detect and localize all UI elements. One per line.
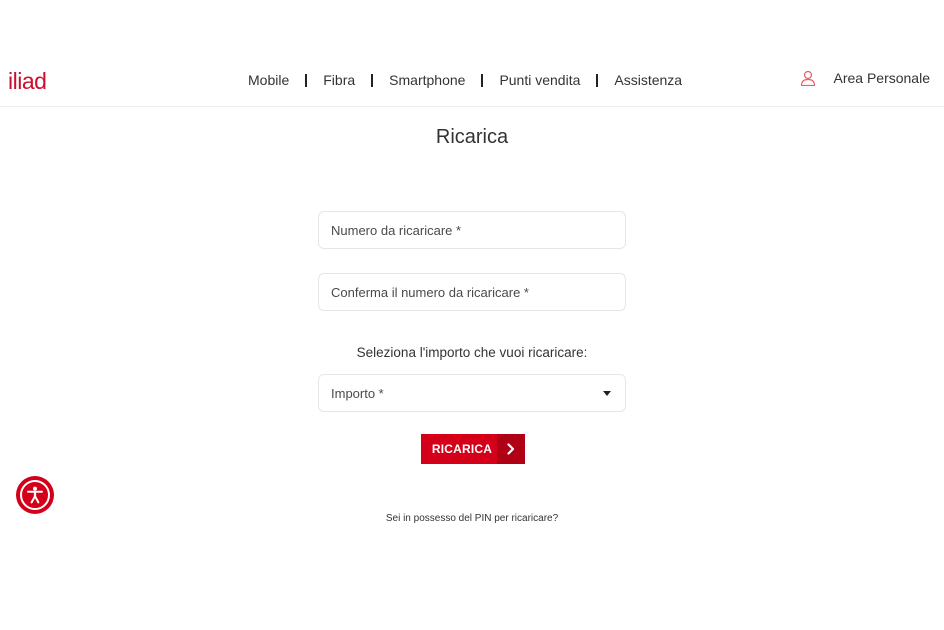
page: iliad Mobile Fibra Smartphone Punti vend… [0, 0, 944, 630]
nav-divider [371, 73, 374, 87]
page-title: Ricarica [435, 126, 509, 148]
nav-item-assistenza[interactable]: Assistenza [606, 72, 690, 88]
nav-divider [596, 73, 599, 87]
chevron-right-icon [497, 434, 525, 464]
confirm-field-wrapper [318, 273, 626, 311]
accessibility-button[interactable] [16, 476, 54, 514]
main-nav: Mobile Fibra Smartphone Punti vendita As… [240, 72, 690, 88]
pin-link[interactable]: Sei in possesso del PIN per ricaricare? [0, 513, 944, 524]
ricarica-button[interactable]: RICARICA [421, 434, 525, 464]
confirm-number-input[interactable] [319, 274, 625, 310]
nav-item-mobile[interactable]: Mobile [240, 72, 297, 88]
accessibility-icon [20, 480, 50, 510]
ricarica-button-label: RICARICA [431, 442, 493, 456]
amount-label: Seleziona l'importo che vuoi ricaricare: [356, 345, 588, 360]
user-icon [801, 70, 816, 86]
amount-select[interactable]: Importo * [318, 374, 626, 412]
number-field-wrapper [318, 211, 626, 249]
number-input[interactable] [319, 212, 625, 248]
iliad-logo[interactable]: iliad [8, 68, 47, 95]
nav-item-punti-vendita[interactable]: Punti vendita [491, 72, 588, 88]
area-personale-link[interactable]: Area Personale [800, 70, 930, 86]
nav-item-fibra[interactable]: Fibra [315, 72, 363, 88]
site-header: iliad Mobile Fibra Smartphone Punti vend… [0, 56, 944, 107]
area-personale-label: Area Personale [833, 70, 930, 86]
nav-item-smartphone[interactable]: Smartphone [381, 72, 473, 88]
nav-divider [305, 73, 308, 87]
amount-select-value: Importo * [331, 386, 384, 401]
caret-down-icon [603, 391, 611, 396]
nav-divider [481, 73, 484, 87]
